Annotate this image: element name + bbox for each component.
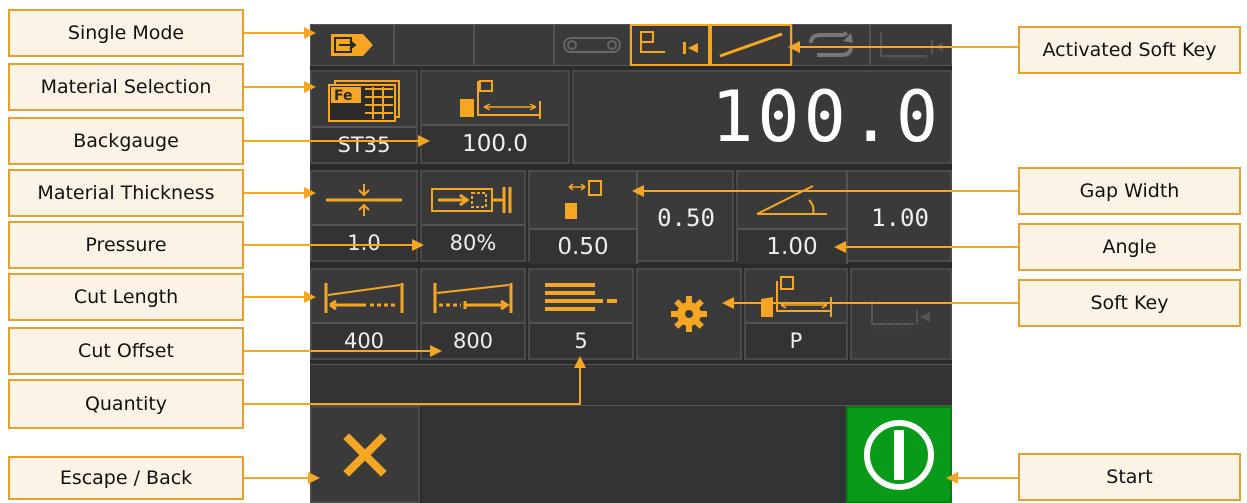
cut-length-value: 400 <box>312 322 416 358</box>
gap-width-set-value: 0.50 <box>530 228 636 264</box>
callout-label: Backgauge <box>73 130 179 152</box>
callout-material-thickness: Material Thickness <box>8 169 244 217</box>
gap-width-button[interactable]: 0.50 0.50 <box>528 170 734 264</box>
callout-material-selection: Material Selection <box>8 63 244 111</box>
thickness-value: 1.0 <box>312 224 416 260</box>
callout-label: Pressure <box>85 234 167 256</box>
material-icon: Fe <box>328 80 400 122</box>
toolbar-blank-1 <box>394 24 474 66</box>
cut-length-button[interactable]: 400 <box>310 268 418 360</box>
cut-length-icon <box>324 283 404 313</box>
message-area <box>422 406 846 503</box>
callout-label: Angle <box>1102 236 1157 258</box>
callout-label: Material Thickness <box>37 182 215 204</box>
callout-cut-offset: Cut Offset <box>8 327 244 375</box>
quantity-icon <box>545 283 617 311</box>
backgauge-home-icon <box>871 300 930 329</box>
backgauge-button[interactable]: 100.0 <box>420 70 570 164</box>
close-icon <box>343 432 387 477</box>
gap-width-value: 0.50 <box>657 204 715 232</box>
cut-offset-value: 800 <box>422 322 524 358</box>
callout-quantity: Quantity <box>8 379 244 429</box>
escape-button[interactable] <box>310 406 420 503</box>
backgauge-home-soft-key[interactable] <box>850 268 952 360</box>
angle-set-value: 1.00 <box>738 228 846 264</box>
power-icon <box>864 419 934 490</box>
quantity-button[interactable]: 5 <box>528 268 634 360</box>
callout-label: Activated Soft Key <box>1042 39 1217 61</box>
gear-icon <box>671 296 707 332</box>
thickness-icon <box>326 184 402 216</box>
pressure-button[interactable]: 80% <box>420 170 526 262</box>
angle-icon <box>756 185 827 215</box>
callout-escape-back: Escape / Back <box>8 456 244 500</box>
callout-label: Material Selection <box>40 76 212 98</box>
pressure-value: 80% <box>422 224 524 260</box>
start-button[interactable] <box>846 406 952 503</box>
settings-soft-key[interactable] <box>636 268 742 360</box>
backgauge-value: 100.0 <box>422 124 568 162</box>
callout-backgauge: Backgauge <box>8 117 244 165</box>
backgauge-park-soft-key[interactable] <box>870 24 952 66</box>
control-screen: Fe ST35 100.0 100.0 1.0 80% 0.50 0.50 1.… <box>310 24 952 503</box>
backgauge-retract-icon <box>640 31 698 54</box>
callout-label: Soft Key <box>1090 292 1169 314</box>
backgauge-park-icon <box>880 32 943 59</box>
backgauge-big-value: 100.0 <box>711 76 942 158</box>
callout-label: Cut Length <box>73 286 179 308</box>
angle-value: 1.00 <box>871 204 929 232</box>
backgauge-display: 100.0 <box>572 70 952 164</box>
backgauge-icon <box>460 80 541 119</box>
callout-label: Escape / Back <box>59 467 193 489</box>
callout-angle: Angle <box>1018 223 1241 271</box>
quantity-value: 5 <box>530 322 632 358</box>
status-bar <box>310 364 952 406</box>
repeat-soft-key[interactable] <box>792 24 870 66</box>
single-mode-button[interactable] <box>310 24 394 66</box>
program-value: P <box>746 322 846 358</box>
callout-gap-width: Gap Width <box>1018 167 1241 215</box>
single-mode-icon <box>331 34 373 56</box>
pressure-icon <box>431 187 512 213</box>
cut-offset-icon <box>433 283 513 313</box>
program-backgauge-icon <box>761 276 832 317</box>
repeat-icon <box>809 31 853 57</box>
callout-pressure: Pressure <box>8 221 244 269</box>
cut-offset-button[interactable]: 800 <box>420 268 526 360</box>
callout-soft-key: Soft Key <box>1018 279 1241 327</box>
callout-cut-length: Cut Length <box>8 273 244 321</box>
callout-start: Start <box>1018 453 1241 501</box>
angle-soft-key[interactable] <box>710 24 792 66</box>
callout-label: Quantity <box>84 393 168 415</box>
blade-angle-icon <box>719 32 783 58</box>
callout-single-mode: Single Mode <box>8 9 244 57</box>
callout-label: Gap Width <box>1079 180 1180 202</box>
toolbar-blank-2 <box>474 24 554 66</box>
callout-label: Start <box>1106 466 1153 488</box>
conveyor-icon <box>563 37 621 53</box>
callout-label: Single Mode <box>67 22 185 44</box>
backgauge-retract-soft-key[interactable] <box>630 24 710 66</box>
gap-width-icon <box>565 180 602 219</box>
callout-label: Cut Offset <box>78 340 174 362</box>
material-icon-text: Fe <box>334 88 353 104</box>
conveyor-soft-key[interactable] <box>554 24 630 66</box>
angle-button[interactable]: 1.00 1.00 <box>736 170 952 264</box>
material-value: ST35 <box>312 126 416 162</box>
program-button[interactable]: P <box>744 268 848 360</box>
callout-activated-soft-key: Activated Soft Key <box>1018 26 1241 74</box>
material-thickness-button[interactable]: 1.0 <box>310 170 418 262</box>
material-selection-button[interactable]: Fe ST35 <box>310 70 418 164</box>
